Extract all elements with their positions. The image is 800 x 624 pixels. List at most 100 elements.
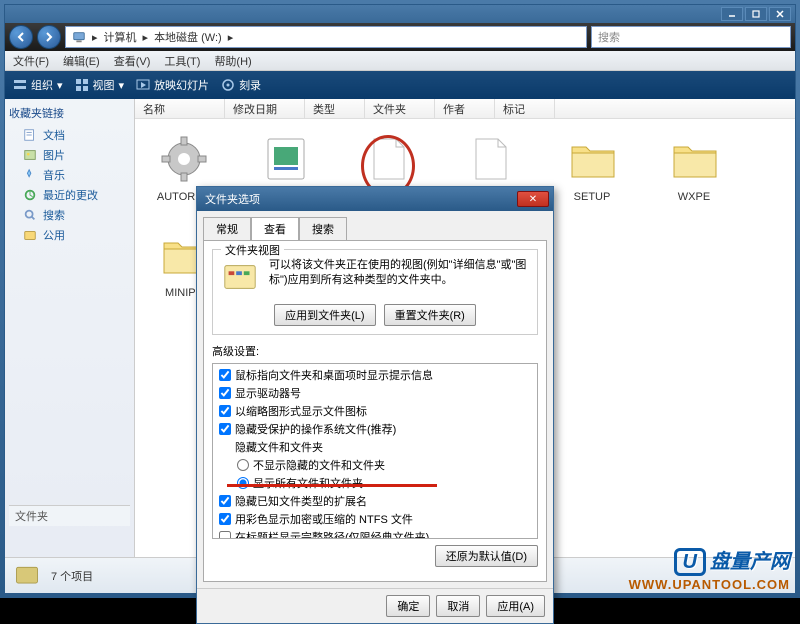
adv-option[interactable]: 隐藏文件和文件夹 [219,438,531,456]
dialog-title: 文件夹选项 [205,191,260,207]
status-text: 7 个项目 [51,568,93,584]
fav-icon [23,168,37,182]
col-date[interactable]: 修改日期 [225,99,305,118]
maximize-button[interactable] [745,7,767,21]
radio[interactable] [237,477,249,489]
checkbox[interactable] [219,495,231,507]
reset-folders-button[interactable]: 重置文件夹(R) [384,304,476,326]
col-tags[interactable]: 标记 [495,99,555,118]
folder-options-dialog: 文件夹选项 ✕ 常规 查看 搜索 文件夹视图 可以将该文件夹正在使用的视图(例如… [196,186,554,624]
dialog-titlebar[interactable]: 文件夹选项 ✕ [197,187,553,211]
tab-view[interactable]: 查看 [251,217,299,240]
sidebar: 收藏夹链接 文档图片音乐最近的更改搜索公用 文件夹 [5,99,135,557]
file-item[interactable]: WXPE [653,131,735,203]
computer-icon [72,30,86,44]
adv-option[interactable]: 隐藏受保护的操作系统文件(推荐) [219,420,531,438]
back-button[interactable] [9,25,33,49]
blank-icon [360,131,416,187]
advanced-label: 高级设置: [212,343,538,359]
organize-button[interactable]: 组织 ▾ [13,77,63,93]
fav-icon [23,128,37,142]
dialog-close-button[interactable]: ✕ [517,191,549,207]
checkbox[interactable] [219,387,231,399]
fav-icon [23,188,37,202]
file-label: SETUP [574,191,611,203]
burn-button[interactable]: 刻录 [221,77,261,93]
close-button[interactable] [769,7,791,21]
file-item[interactable]: SETUP [551,131,633,203]
adv-option[interactable]: 隐藏已知文件类型的扩展名 [219,492,531,510]
menu-edit[interactable]: 编辑(E) [63,53,100,69]
views-icon [75,78,89,92]
col-name[interactable]: 名称 [135,99,225,118]
watermark-url: WWW.UPANTOOL.COM [629,577,790,592]
status-icon [13,562,41,590]
forward-button[interactable] [37,25,61,49]
titlebar [5,5,795,23]
sidebar-item-5[interactable]: 公用 [9,225,130,245]
apply-button[interactable]: 应用(A) [486,595,545,617]
advanced-settings-list[interactable]: 鼠标指向文件夹和桌面项时显示提示信息显示驱动器号以缩略图形式显示文件图标隐藏受保… [212,363,538,539]
menu-tools[interactable]: 工具(T) [164,53,200,69]
folders-tree-header[interactable]: 文件夹 [9,505,130,526]
menu-view[interactable]: 查看(V) [114,53,151,69]
breadcrumb-item[interactable]: 本地磁盘 (W:) [154,29,222,45]
search-input[interactable]: 搜索 [591,26,791,48]
col-author[interactable]: 作者 [435,99,495,118]
adv-option[interactable]: 不显示隐藏的文件和文件夹 [219,456,531,474]
apply-to-folders-button[interactable]: 应用到文件夹(L) [274,304,375,326]
folder-view-group: 文件夹视图 可以将该文件夹正在使用的视图(例如"详细信息"或"图标")应用到所有… [212,249,538,335]
watermark-brand: U盘量产网 [674,545,790,574]
slideshow-button[interactable]: 放映幻灯片 [136,77,209,93]
fav-icon [23,228,37,242]
checkbox[interactable] [219,513,231,525]
breadcrumb-box[interactable]: ▸ 计算机 ▸ 本地磁盘 (W:) ▸ [65,26,587,48]
address-bar: ▸ 计算机 ▸ 本地磁盘 (W:) ▸ 搜索 [5,23,795,51]
folder-view-text: 可以将该文件夹正在使用的视图(例如"详细信息"或"图标")应用到所有这种类型的文… [269,258,529,289]
views-button[interactable]: 视图 ▾ [75,77,125,93]
sidebar-item-0[interactable]: 文档 [9,125,130,145]
folder-icon [564,131,620,187]
sidebar-item-4[interactable]: 搜索 [9,205,130,225]
checkbox[interactable] [219,423,231,435]
adv-option[interactable]: 鼠标指向文件夹和桌面项时显示提示信息 [219,366,531,384]
adv-option[interactable]: 用彩色显示加密或压缩的 NTFS 文件 [219,510,531,528]
sidebar-item-2[interactable]: 音乐 [9,165,130,185]
fav-icon [23,208,37,222]
col-type[interactable]: 类型 [305,99,365,118]
adv-option[interactable]: 显示所有文件和文件夹 [219,474,531,492]
slideshow-icon [136,78,150,92]
fav-icon [23,148,37,162]
app-icon [258,131,314,187]
breadcrumb-item[interactable]: 计算机 [104,29,137,45]
adv-option[interactable]: 在标题栏显示完整路径(仅限经典文件夹) [219,528,531,539]
dialog-tabs: 常规 查看 搜索 [197,211,553,240]
minimize-button[interactable] [721,7,743,21]
burn-icon [221,78,235,92]
folder-icon [666,131,722,187]
col-folder[interactable]: 文件夹 [365,99,435,118]
annotation-underline [227,484,437,487]
column-headers: 名称 修改日期 类型 文件夹 作者 标记 [135,99,795,119]
menu-help[interactable]: 帮助(H) [214,53,251,69]
menubar: 文件(F) 编辑(E) 查看(V) 工具(T) 帮助(H) [5,51,795,71]
tab-general[interactable]: 常规 [203,217,251,240]
sidebar-item-3[interactable]: 最近的更改 [9,185,130,205]
checkbox[interactable] [219,405,231,417]
radio[interactable] [237,459,249,471]
checkbox[interactable] [219,369,231,381]
cancel-button[interactable]: 取消 [436,595,480,617]
blank-icon [462,131,518,187]
ok-button[interactable]: 确定 [386,595,430,617]
organize-icon [13,78,27,92]
folder-view-icon [221,258,259,296]
menu-file[interactable]: 文件(F) [13,53,49,69]
tab-search[interactable]: 搜索 [299,217,347,240]
file-label: WXPE [678,191,710,203]
sidebar-item-1[interactable]: 图片 [9,145,130,165]
adv-option[interactable]: 显示驱动器号 [219,384,531,402]
gear-icon [156,131,212,187]
restore-defaults-button[interactable]: 还原为默认值(D) [435,545,538,567]
checkbox[interactable] [219,531,231,539]
adv-option[interactable]: 以缩略图形式显示文件图标 [219,402,531,420]
